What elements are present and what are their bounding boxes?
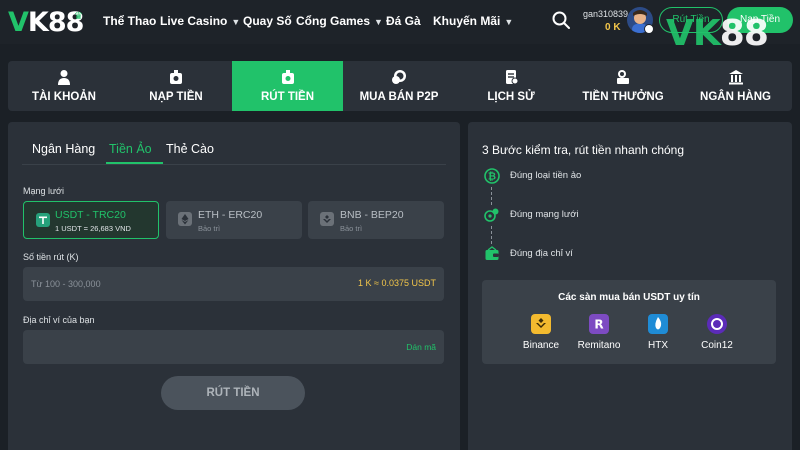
step-3-label: Đúng địa chỉ ví	[510, 248, 573, 259]
wallet-address-label: Địa chỉ ví của bạn	[23, 315, 95, 325]
search-icon[interactable]	[551, 10, 571, 30]
subtab-bank[interactable]: Ngân Hàng	[32, 142, 95, 156]
step-1-label: Đúng loại tiền ảo	[510, 170, 582, 181]
exchange-rate: 1 K ≈ 0.0375 USDT	[358, 278, 436, 288]
amount-input[interactable]	[23, 267, 343, 301]
subtab-divider	[22, 164, 446, 165]
bank-icon	[728, 70, 743, 85]
balance: 0 K	[605, 22, 621, 33]
chevron-down-icon: ▼	[374, 17, 383, 27]
tab-bank[interactable]: NGÂN HÀNG	[679, 61, 792, 111]
tab-history[interactable]: LỊCH SỬ	[455, 61, 567, 111]
header-deposit-button[interactable]: Nạp Tiền	[727, 7, 793, 33]
step-connector	[491, 226, 492, 244]
history-icon	[506, 70, 519, 85]
network-label: Mạng lưới	[23, 186, 64, 196]
amount-field-wrapper: 1 K ≈ 0.0375 USDT	[23, 267, 444, 301]
nav-item-sports[interactable]: Thể Thao	[103, 14, 156, 28]
nav-item-promotions[interactable]: Khuyến Mãi ▼	[433, 14, 513, 29]
user-icon	[58, 70, 70, 85]
tether-icon	[36, 213, 50, 227]
wallet-address-input[interactable]	[23, 330, 343, 364]
exchange-binance[interactable]: Binance	[511, 314, 571, 351]
chevron-down-icon: ▼	[504, 17, 514, 27]
tab-account[interactable]: TÀI KHOẢN	[8, 61, 120, 111]
bonus-icon	[617, 70, 629, 84]
tab-deposit[interactable]: NẠP TIỀN	[120, 61, 232, 111]
coins-icon	[392, 70, 406, 84]
paste-button[interactable]: Dán mã	[406, 342, 436, 352]
nav-item-cockfight[interactable]: Đá Gà	[386, 14, 421, 28]
network-option-erc20[interactable]: ETH - ERC20 Bảo trì	[166, 201, 302, 239]
bitcoin-icon: ₿	[484, 168, 500, 184]
withdraw-icon	[281, 70, 294, 84]
exchange-remitano[interactable]: R Remitano	[569, 314, 629, 351]
withdraw-submit-button[interactable]: RÚT TIỀN	[161, 376, 305, 410]
network-option-bep20[interactable]: BNB - BEP20 Bảo trì	[308, 201, 444, 239]
guide-panel: 3 Bước kiểm tra, rút tiền nhanh chóng ₿ …	[468, 122, 792, 450]
step-2-label: Đúng mạng lưới	[510, 209, 579, 220]
nav-item-live-casino[interactable]: Live Casino ▼	[160, 14, 240, 29]
remitano-icon: R	[589, 314, 609, 334]
crown-icon: ♛	[74, 11, 83, 22]
subtab-card[interactable]: Thẻ Cào	[166, 142, 214, 156]
wallet-icon	[485, 246, 499, 260]
subtab-crypto[interactable]: Tiền Ảo	[109, 142, 152, 156]
subtab-active-indicator	[106, 162, 163, 164]
network-icon	[484, 208, 499, 222]
exchange-coin12[interactable]: Coin12	[687, 314, 747, 351]
guide-title: 3 Bước kiểm tra, rút tiền nhanh chóng	[482, 143, 685, 157]
tab-p2p[interactable]: MUA BÁN P2P	[343, 61, 455, 111]
tab-withdraw[interactable]: RÚT TIỀN	[232, 61, 343, 111]
svg-text:R: R	[594, 318, 603, 332]
brand-logo[interactable]: VK88 ♛	[8, 8, 84, 38]
username: gan310839	[583, 9, 629, 19]
exchange-list: Các sàn mua bán USDT uy tín Binance R Re…	[482, 280, 776, 364]
network-option-trc20[interactable]: USDT - TRC20 1 USDT = 26,683 VND	[23, 201, 159, 239]
htx-icon	[648, 314, 668, 334]
top-navbar: VK88 ♛ Thể Thao Live Casino ▼ Quay Số Cổn…	[0, 0, 800, 44]
header-withdraw-button[interactable]: Rút Tiền	[659, 7, 723, 33]
exchange-list-title: Các sàn mua bán USDT uy tín	[558, 292, 700, 303]
withdraw-form-panel: Ngân Hàng Tiền Ảo Thẻ Cào Mạng lưới USDT…	[8, 122, 460, 450]
deposit-icon	[170, 70, 182, 84]
ethereum-icon	[178, 212, 192, 226]
amount-label: Số tiền rút (K)	[23, 252, 79, 262]
chevron-down-icon: ▼	[231, 17, 241, 27]
tab-bonus[interactable]: TIỀN THƯỞNG	[567, 61, 679, 111]
bnb-icon	[320, 212, 334, 226]
nav-item-lottery[interactable]: Quay Số	[243, 14, 292, 28]
coin12-icon	[707, 314, 727, 334]
nav-item-game-portal[interactable]: Cổng Games ▼	[296, 14, 383, 29]
step-connector	[491, 187, 492, 205]
account-tabbar: TÀI KHOẢN NẠP TIỀN RÚT TIỀN MUA BÁN P2P …	[8, 61, 792, 111]
exchange-htx[interactable]: HTX	[628, 314, 688, 351]
binance-icon	[531, 314, 551, 334]
avatar-badge-icon	[644, 24, 654, 34]
svg-text:₿: ₿	[488, 171, 496, 183]
wallet-address-wrapper: Dán mã	[23, 330, 444, 364]
